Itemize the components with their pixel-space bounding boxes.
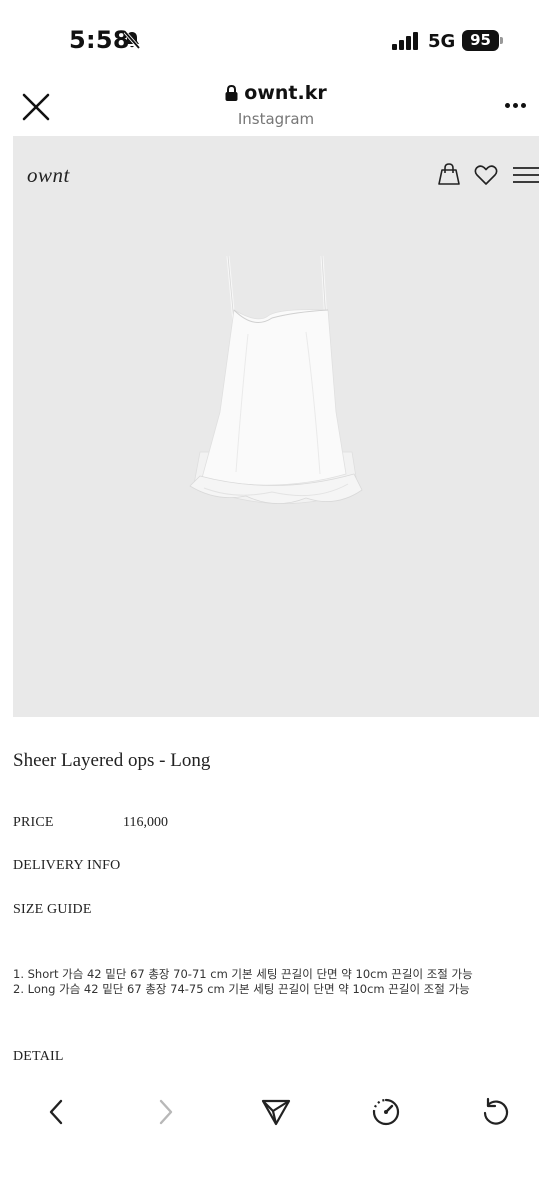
send-icon (261, 1099, 291, 1126)
more-icon[interactable] (505, 103, 529, 108)
detail-link[interactable]: DETAIL (13, 1049, 64, 1065)
signal-icon (392, 32, 418, 50)
status-bar: 5:58 5G 95 (0, 0, 552, 80)
product-title: Sheer Layered ops - Long (13, 750, 211, 771)
back-button[interactable] (34, 1090, 78, 1134)
chevron-left-icon (49, 1099, 63, 1125)
delivery-info-link[interactable]: DELIVERY INFO (13, 858, 120, 874)
price-value: 116,000 (123, 815, 168, 830)
battery-indicator: 95 (462, 30, 499, 51)
share-button[interactable] (254, 1090, 298, 1134)
battery-tip (500, 37, 503, 44)
browser-header: ownt.kr Instagram (0, 80, 552, 136)
url-block[interactable]: ownt.kr Instagram (0, 82, 552, 128)
heart-icon[interactable] (474, 164, 498, 186)
chevron-right-icon (159, 1099, 173, 1125)
shopping-bag-icon[interactable] (437, 162, 461, 186)
bell-slash-icon (123, 30, 141, 50)
status-time: 5:58 (69, 26, 130, 54)
speedometer-icon (372, 1098, 400, 1126)
site-logo[interactable]: ownt (27, 163, 70, 188)
url-source: Instagram (237, 110, 315, 128)
forward-button[interactable] (144, 1090, 188, 1134)
url-text: ownt.kr (244, 82, 327, 104)
size-line-short: 1. Short 가슴 42 밑단 67 총장 70-71 cm 기본 세팅 끈… (13, 967, 473, 981)
browser-bottom-nav (0, 1090, 552, 1140)
speed-button[interactable] (364, 1090, 408, 1134)
size-line-long: 2. Long 가슴 42 밑단 67 총장 74-75 cm 기본 세팅 끈길… (13, 982, 470, 996)
network-type: 5G (428, 31, 456, 52)
reload-icon (483, 1097, 509, 1125)
size-guide-link[interactable]: SIZE GUIDE (13, 902, 92, 918)
reload-button[interactable] (474, 1090, 518, 1134)
price-label: PRICE (13, 815, 54, 830)
lock-icon (225, 85, 238, 101)
product-image[interactable] (176, 252, 376, 532)
size-guide-text: 1. Short 가슴 42 밑단 67 총장 70-71 cm 기본 세팅 끈… (13, 967, 473, 997)
hamburger-menu-icon[interactable] (513, 166, 539, 184)
